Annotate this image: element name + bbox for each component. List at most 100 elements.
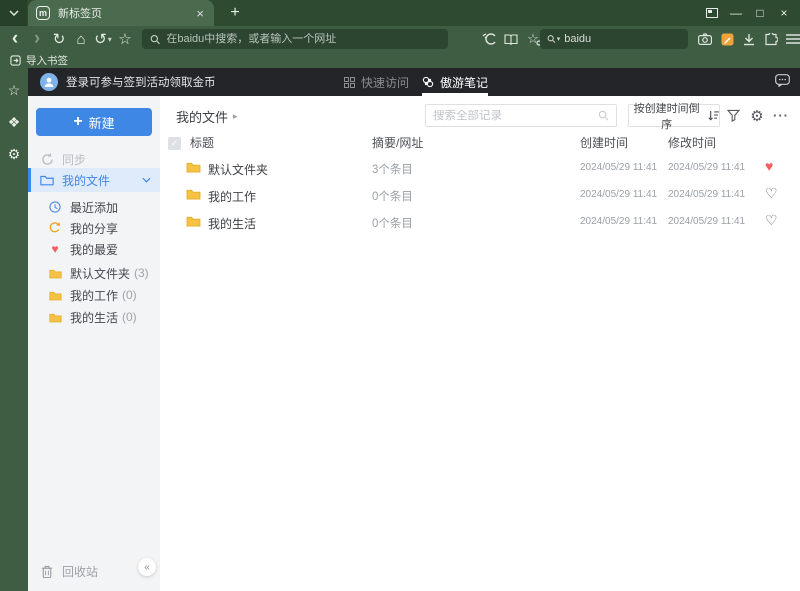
new-tab-button[interactable]: + [222,0,248,26]
extensions-icon[interactable] [760,28,782,50]
sidebar-folder-life[interactable]: 我的生活 (0) [28,306,160,328]
login-banner[interactable]: 登录可参与签到活动领取金币 [66,68,216,96]
bookmarks-bar: 导入书签 [0,52,800,68]
sidebar-folder-work[interactable]: 我的工作 (0) [28,284,160,306]
notes-app-header: 登录可参与签到活动领取金币 快速访问 傲游笔记 [28,68,800,96]
screenshot-camera-icon[interactable] [694,28,716,50]
search-engine-caret-icon[interactable]: ▾ [557,35,561,43]
new-note-button[interactable]: + 新建 [36,108,152,136]
favorite-heart-icon[interactable]: ♡ [765,186,778,200]
folder-icon [186,215,201,227]
undo-icon: ↺ [94,31,107,48]
tab-list-button[interactable] [0,0,27,26]
browser-tab-new-page[interactable]: m 新标签页 × [28,0,214,26]
breadcrumb[interactable]: 我的文件 ▸ [176,107,238,126]
sort-order-button[interactable]: 按创建时间倒序 [628,103,720,131]
row-summary: 3个条目 [372,164,413,176]
sidebar-item-my-files[interactable]: 我的文件 [28,168,160,192]
table-row-my-life[interactable]: 我的生活 0个条目 2024/05/29 11:41 2024/05/29 11… [160,208,800,235]
favorite-page-button[interactable]: ☆ [114,28,136,50]
tab-title: 新标签页 [58,8,102,20]
maxnote-sidebar-icon[interactable]: ❖ [0,108,28,136]
recycle-bin-label: 回收站 [62,564,99,579]
notes-search-box[interactable] [425,104,617,127]
maximize-button[interactable]: □ [748,0,772,26]
more-options-icon[interactable]: ··· [770,104,792,127]
breadcrumb-arrow-icon: ▸ [233,111,238,121]
notes-search-input[interactable] [433,109,598,122]
back-button[interactable]: ‹ [4,28,26,50]
quick-search-input[interactable] [564,33,681,45]
sidebar-item-my-shares[interactable]: 我的分享 [28,217,160,239]
search-icon [598,110,609,121]
notes-main-panel: 我的文件 ▸ 按创建时间倒序 ⚙ ··· ✓ 标题 摘要/网址 创建时间 修改时… [160,96,800,591]
sidebar-item-recent[interactable]: 最近添加 [28,196,160,218]
sidebar-item-sync[interactable]: 同步 [28,148,160,170]
column-title[interactable]: 标题 [190,134,214,151]
reading-list-icon[interactable] [500,28,522,50]
user-avatar[interactable] [40,73,58,91]
row-summary: 0个条目 [372,191,413,203]
forward-button[interactable]: › [26,28,48,50]
tab-quick-access[interactable]: 快速访问 [344,68,409,96]
import-icon [10,54,21,66]
row-summary: 0个条目 [372,218,413,230]
tab-quick-access-label: 快速访问 [361,75,410,90]
grid-icon [344,76,355,88]
row-created: 2024/05/29 11:41 [580,216,658,227]
sidebar-folder-default[interactable]: 默认文件夹 (3) [28,262,160,284]
filter-icon[interactable] [722,104,744,127]
collapse-sidebar-button[interactable]: « [138,558,156,576]
import-bookmarks-button[interactable]: 导入书签 [10,53,68,68]
folder-icon [48,268,62,279]
address-input[interactable] [166,33,440,45]
refresh-button[interactable]: ↻ [48,28,70,50]
folder-icon [186,188,201,200]
favorite-heart-icon[interactable]: ♡ [765,213,778,227]
select-all-checkbox[interactable]: ✓ [168,137,181,150]
address-bar[interactable] [142,29,448,49]
table-row-my-work[interactable]: 我的工作 0个条目 2024/05/29 11:41 2024/05/29 11… [160,181,800,208]
heart-icon: ♥ [51,242,59,256]
sort-order-label: 按创建时间倒序 [633,102,700,131]
folder-icon [40,174,54,186]
sidebar-item-favorites[interactable]: ♥ 我的最爱 [28,238,160,260]
trash-icon [40,565,54,578]
tab-maxnote[interactable]: 傲游笔记 [422,68,489,96]
column-summary[interactable]: 摘要/网址 [372,134,423,151]
layout-mode-icon[interactable] [700,0,724,26]
tab-close-icon[interactable]: × [194,6,206,21]
tab-maxnote-label: 傲游笔记 [440,75,489,90]
my-files-label: 我的文件 [62,173,111,188]
clock-icon [48,201,62,213]
quick-search-box[interactable]: ▾ [540,29,688,49]
settings-gear-icon[interactable]: ⚙ [746,104,768,127]
reader-mode-icon[interactable] [478,28,500,50]
feedback-icon[interactable] [775,74,790,87]
toolbar-page-tools: ☆ [478,26,544,52]
chevron-down-icon [8,10,19,16]
user-icon [44,77,54,87]
folder-work-count: (0) [122,288,137,302]
favorites-sidebar-icon[interactable]: ☆ [0,76,28,104]
row-title: 我的工作 [208,190,257,204]
row-modified: 2024/05/29 11:41 [668,216,746,227]
check-icon: ✓ [170,138,179,148]
maxnote-collect-icon[interactable] [716,28,738,50]
column-created[interactable]: 创建时间 [580,134,628,151]
table-row-default-folder[interactable]: 默认文件夹 3个条目 2024/05/29 11:41 2024/05/29 1… [160,154,800,181]
search-icon [150,34,160,44]
folder-life-count: (0) [122,310,137,324]
column-modified[interactable]: 修改时间 [668,134,716,151]
notes-sidebar: + 新建 同步 我的文件 最近添加 我的分享 ♥ 我的最爱 默认文件夹 (3) … [28,96,160,591]
downloads-icon[interactable] [738,28,760,50]
main-menu-icon[interactable]: ··· [782,28,800,50]
undo-button[interactable]: ↺ ▾ [92,28,114,50]
home-button[interactable]: ⌂ [70,28,92,50]
favorite-heart-icon[interactable]: ♥ [765,159,773,173]
chevron-down-icon[interactable] [142,177,151,183]
settings-sidebar-icon[interactable]: ⚙ [0,140,28,168]
minimize-button[interactable]: — [724,0,748,26]
search-icon [547,35,556,43]
close-button[interactable]: × [772,0,796,26]
